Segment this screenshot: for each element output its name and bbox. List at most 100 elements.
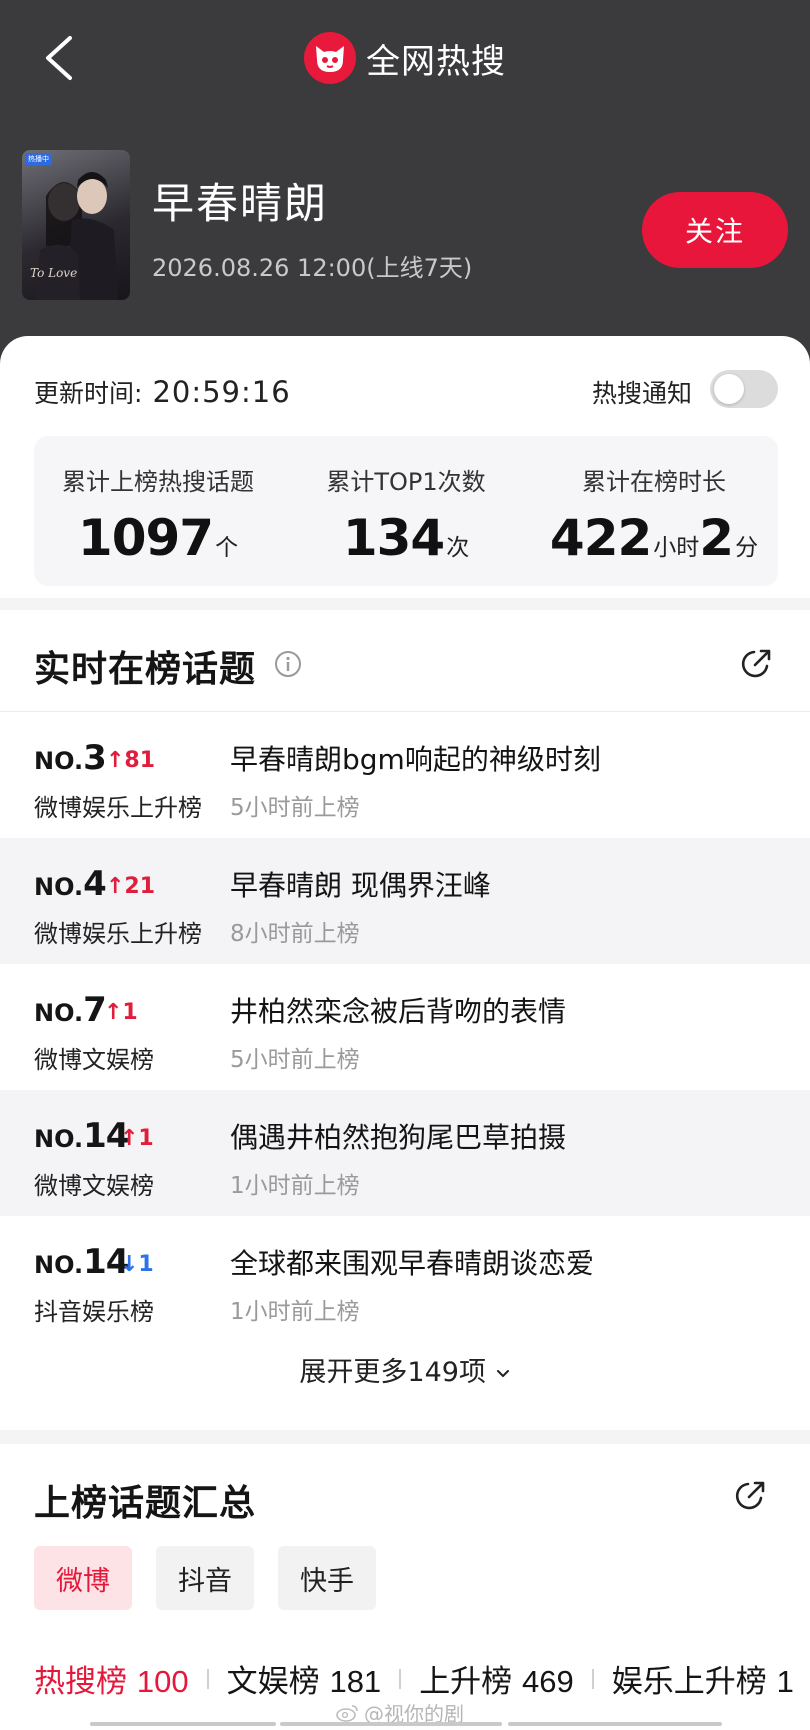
home-indicator: [90, 1722, 276, 1726]
topic-time: 8小时前上榜: [230, 921, 360, 947]
stat-duration: 累计在榜时长 422小时2分: [530, 436, 778, 586]
stat-value: 1097个: [34, 509, 282, 567]
platform-tabs: 微博 抖音 快手: [34, 1546, 376, 1610]
show-title: 早春晴朗: [152, 179, 329, 228]
stat-unit-minutes: 分: [735, 535, 759, 561]
topic-list: NO.3 ↑81 微博娱乐上升榜 早春晴朗bgm响起的神级时刻 5小时前上榜 N…: [0, 712, 810, 1342]
tab-douyin[interactable]: 抖音: [156, 1546, 254, 1610]
stat-unit: 次: [446, 535, 470, 561]
topic-summary-card: 上榜话题汇总 微博 抖音 快手 热搜榜 100 文娱榜 181 上升榜 469 …: [0, 1444, 810, 1730]
show-poster[interactable]: 热播中 To Love: [22, 150, 130, 300]
board-tab-rising[interactable]: 上升榜 469: [419, 1656, 574, 1701]
board-tab-label: 娱乐上升榜: [611, 1664, 767, 1700]
rank-prefix: NO.: [34, 747, 84, 775]
topic-row[interactable]: NO.7 ↑1 微博文娱榜 井柏然栾念被后背吻的表情 5小时前上榜: [0, 964, 810, 1090]
board-tab-hot[interactable]: 热搜榜 100: [34, 1656, 189, 1701]
rank: NO.3: [34, 738, 107, 778]
topic-row[interactable]: NO.14 ↓1 抖音娱乐榜 全球都来围观早春晴朗谈恋爱 1小时前上榜: [0, 1216, 810, 1342]
topic-time: 1小时前上榜: [230, 1173, 360, 1199]
rank: NO.14: [34, 1116, 129, 1156]
trend-up-badge: ↑1: [104, 1000, 138, 1025]
notify-label: 热搜通知: [592, 379, 693, 408]
stat-topics: 累计上榜热搜话题 1097个: [34, 436, 282, 586]
topic-title: 偶遇井柏然抱狗尾巴草拍摄: [230, 1121, 567, 1154]
topic-time: 5小时前上榜: [230, 795, 360, 821]
home-indicator: [508, 1722, 722, 1726]
update-time: 20:59:16: [152, 375, 291, 409]
show-date: 2026.08.26 12:00(上线7天): [152, 254, 473, 282]
stat-label: 累计在榜时长: [582, 468, 726, 496]
stat-number: 1097: [77, 509, 214, 567]
rank-prefix: NO.: [34, 999, 84, 1027]
stat-unit: 个: [215, 535, 239, 561]
stat-top1: 累计TOP1次数 134次: [282, 436, 530, 586]
divider: [591, 1668, 594, 1689]
section-title: 实时在榜话题: [34, 649, 257, 690]
chevron-down-icon: [496, 1369, 509, 1377]
share-icon[interactable]: [734, 1478, 768, 1512]
topic-row[interactable]: NO.14 ↑1 微博文娱榜 偶遇井柏然抱狗尾巴草拍摄 1小时前上榜: [0, 1090, 810, 1216]
topic-time: 1小时前上榜: [230, 1299, 360, 1325]
rank: NO.4: [34, 864, 107, 904]
topic-title: 全球都来围观早春晴朗谈恋爱: [230, 1247, 595, 1280]
rank-number: 3: [83, 738, 107, 778]
rank-prefix: NO.: [34, 1125, 84, 1153]
expand-more-button[interactable]: 展开更多149项: [0, 1350, 810, 1389]
topic-title: 井柏然栾念被后背吻的表情: [230, 995, 567, 1028]
topic-title: 早春晴朗bgm响起的神级时刻: [230, 743, 601, 776]
board-tab-count: 100: [136, 1664, 189, 1699]
rank-prefix: NO.: [34, 873, 84, 901]
stat-number-minutes: 2: [699, 509, 734, 567]
divider: [206, 1668, 209, 1689]
rank: NO.14: [34, 1242, 129, 1282]
poster-text: To Love: [30, 266, 78, 280]
tab-kuaishou[interactable]: 快手: [278, 1546, 376, 1610]
rank-prefix: NO.: [34, 1251, 84, 1279]
topic-title: 早春晴朗 现偶界汪峰: [230, 869, 491, 902]
trend-up-badge: ↑1: [120, 1126, 154, 1151]
stat-value: 422小时2分: [530, 509, 778, 567]
board-name: 微博文娱榜: [34, 1172, 154, 1200]
stat-label: 累计上榜热搜话题: [62, 468, 254, 496]
board-tabs: 热搜榜 100 文娱榜 181 上升榜 469 娱乐上升榜 1: [34, 1656, 794, 1701]
title-bar: 全网热搜: [0, 30, 810, 86]
rank-number: 4: [83, 864, 107, 904]
info-icon[interactable]: [274, 650, 302, 678]
toggle-knob: [714, 374, 744, 404]
board-tab-count: 469: [522, 1664, 574, 1699]
section-title: 上榜话题汇总: [34, 1483, 257, 1524]
board-name: 微博娱乐上升榜: [34, 920, 202, 948]
expand-label: 展开更多149项: [299, 1357, 486, 1388]
board-name: 微博娱乐上升榜: [34, 794, 202, 822]
topic-row[interactable]: NO.4 ↑21 微博娱乐上升榜 早春晴朗 现偶界汪峰 8小时前上榜: [0, 838, 810, 964]
trend-up-badge: ↑21: [106, 874, 156, 899]
trend-up-badge: ↑81: [106, 748, 156, 773]
board-name: 抖音娱乐榜: [34, 1298, 154, 1326]
notify-toggle[interactable]: [710, 370, 778, 408]
update-label: 更新时间:: [34, 379, 143, 408]
header: 全网热搜 热播中 To Love 早春晴朗 2026.08.26 12:00(上…: [0, 0, 810, 380]
board-tab-ent-rising[interactable]: 娱乐上升榜 1: [612, 1656, 794, 1701]
share-icon[interactable]: [740, 646, 774, 680]
rank-number: 7: [83, 990, 107, 1030]
stat-number: 422: [549, 509, 652, 567]
board-tab-count: 181: [329, 1664, 382, 1699]
board-name: 微博文娱榜: [34, 1046, 154, 1074]
follow-button[interactable]: 关注: [642, 192, 788, 268]
realtime-topics-card: 实时在榜话题 NO.3 ↑81 微博娱乐上升榜 早春晴朗bgm响起的神级时刻 5…: [0, 610, 810, 1430]
stat-number: 134: [342, 509, 445, 567]
app-title: 全网热搜: [366, 41, 506, 82]
rank: NO.7: [34, 990, 107, 1030]
topic-row[interactable]: NO.3 ↑81 微博娱乐上升榜 早春晴朗bgm响起的神级时刻 5小时前上榜: [0, 712, 810, 838]
board-tab-count: 1: [776, 1664, 794, 1699]
stat-label: 累计TOP1次数: [326, 468, 486, 496]
update-time-row: 更新时间: 20:59:16: [34, 374, 291, 410]
trend-down-badge: ↓1: [120, 1252, 154, 1277]
board-tab-label: 上升榜: [419, 1664, 513, 1700]
topic-time: 5小时前上榜: [230, 1047, 360, 1073]
stat-value: 134次: [282, 509, 530, 567]
cat-logo-icon: [304, 32, 356, 84]
board-tab-entertainment[interactable]: 文娱榜 181: [227, 1656, 382, 1701]
tab-weibo[interactable]: 微博: [34, 1546, 132, 1610]
home-indicator: [280, 1722, 502, 1726]
